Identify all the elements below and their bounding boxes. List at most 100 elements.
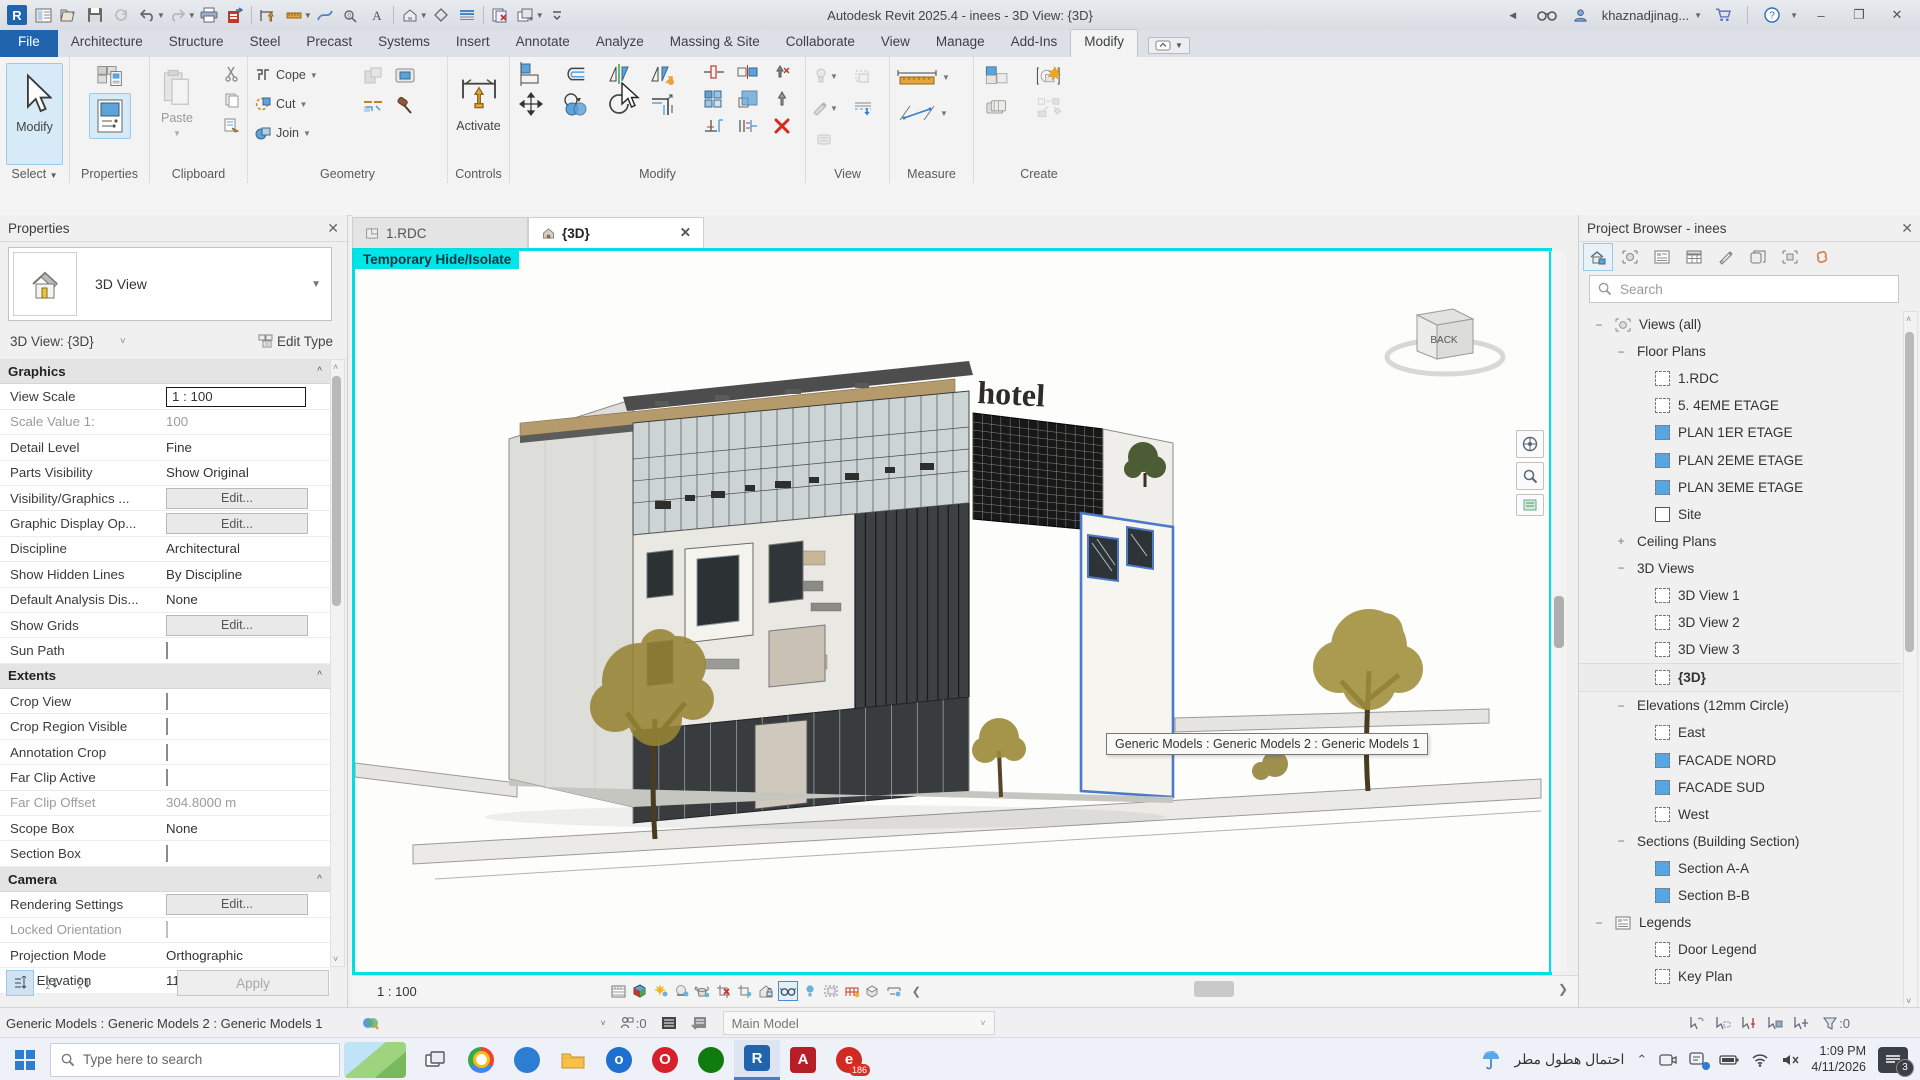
editable-only-icon[interactable] [661, 1016, 677, 1030]
visual-style-icon[interactable] [631, 982, 649, 1000]
ribbon-tab-architecture[interactable]: Architecture [58, 30, 156, 57]
search-binoculars-icon[interactable] [1534, 3, 1560, 27]
tree-item-plan-1er-etage[interactable]: PLAN 1ER ETAGE [1579, 419, 1901, 446]
ribbon-tab-manage[interactable]: Manage [923, 30, 998, 57]
tree-item-sections-building-section-[interactable]: −Sections (Building Section) [1579, 828, 1901, 855]
selector-chevron-icon[interactable]: ˅ [120, 336, 126, 347]
properties-palette-icon[interactable] [89, 93, 131, 139]
redo-icon-dropdown[interactable]: ▼ [188, 11, 196, 20]
tree-item--3d-[interactable]: {3D} [1579, 663, 1901, 692]
constraints-icon[interactable] [885, 982, 903, 1000]
property-row[interactable]: Scope BoxNone [0, 816, 330, 841]
tree-item-views-all-[interactable]: −Views (all) [1579, 311, 1901, 338]
create-group-icon[interactable] [984, 63, 1010, 89]
property-row[interactable]: Parts VisibilityShow Original [0, 461, 330, 486]
unlocked-view-icon[interactable] [757, 982, 775, 1000]
ribbon-tab-analyze[interactable]: Analyze [583, 30, 657, 57]
property-row[interactable]: Crop Region Visible [0, 714, 330, 739]
offset-icon[interactable] [562, 61, 588, 87]
tree-item-plan-3eme-etage[interactable]: PLAN 3EME ETAGE [1579, 474, 1901, 501]
sort-za-button[interactable]: ZA [70, 970, 98, 996]
qat-collapse-icon[interactable] [544, 3, 570, 27]
browser-schedules-icon[interactable] [1679, 243, 1709, 271]
filter-icon[interactable]: :0 [1823, 1016, 1850, 1031]
view-scale-button[interactable]: 1 : 100 [370, 982, 424, 1001]
tree-item-facade-nord[interactable]: FACADE NORD [1579, 747, 1901, 774]
account-chevron-icon[interactable]: ▼ [1694, 11, 1702, 20]
isolate-box-icon[interactable] [850, 63, 876, 89]
checkbox[interactable] [166, 744, 168, 761]
ribbon-tab-steel[interactable]: Steel [237, 30, 294, 57]
taskbar-app-edge-legacy[interactable]: e186 [826, 1040, 872, 1080]
property-row[interactable]: Detail LevelFine [0, 435, 330, 460]
browser-groups-icon[interactable] [1743, 243, 1773, 271]
render-icon[interactable] [694, 982, 712, 1000]
save-icon[interactable] [82, 3, 108, 27]
property-row[interactable]: Graphic Display Op...Edit... [0, 511, 330, 536]
copy-icon[interactable] [223, 91, 241, 109]
element-selector[interactable]: 3D View: {3D} [10, 334, 94, 349]
transfer-icon[interactable] [222, 3, 248, 27]
browser-search-box[interactable]: Search [1589, 275, 1899, 303]
match-type-icon[interactable] [223, 117, 241, 135]
type-selector[interactable]: 3D View ▼ [8, 247, 332, 321]
tree-expand-icon[interactable]: − [1615, 345, 1627, 359]
property-row[interactable]: Rendering SettingsEdit... [0, 892, 330, 917]
section-icon[interactable] [428, 3, 454, 27]
property-row[interactable]: Section Box [0, 841, 330, 866]
tree-item-east[interactable]: East [1579, 719, 1901, 746]
worksets-icon[interactable]: :0 [620, 1016, 647, 1031]
tree-item-key-plan[interactable]: Key Plan [1579, 963, 1901, 990]
close-view-tab-icon[interactable]: ✕ [680, 225, 691, 241]
beam-joins-icon[interactable] [392, 63, 418, 89]
property-row[interactable]: Scale Value 1:100 [0, 410, 330, 435]
account-avatar-icon[interactable] [1568, 3, 1594, 27]
property-row[interactable]: Annotation Crop [0, 740, 330, 765]
ribbon-tab-collaborate[interactable]: Collaborate [773, 30, 868, 57]
trim-extend-corner-icon[interactable] [650, 91, 676, 117]
tree-expand-icon[interactable]: − [1615, 834, 1627, 848]
property-row[interactable]: Far Clip Active [0, 765, 330, 790]
property-row[interactable]: Default Analysis Dis...None [0, 588, 330, 613]
tree-item-floor-plans[interactable]: −Floor Plans [1579, 338, 1901, 365]
split-element-icon[interactable] [736, 61, 760, 83]
teams-icon[interactable] [1689, 1052, 1707, 1068]
restore-button[interactable]: ❐ [1844, 7, 1874, 23]
activate-controls-button[interactable]: Activate [448, 63, 509, 133]
panel-state-toggle[interactable]: ▼ [1148, 37, 1190, 54]
cut-icon[interactable] [223, 65, 241, 83]
create-similar-icon[interactable] [1036, 95, 1062, 121]
apply-button[interactable]: Apply [177, 970, 329, 996]
taskbar-app-xbox[interactable] [688, 1040, 734, 1080]
browser-sheets-icon[interactable] [1711, 243, 1741, 271]
checkbox[interactable] [166, 642, 168, 659]
select-links-icon[interactable] [1689, 1016, 1705, 1030]
browser-close-icon[interactable]: ✕ [1901, 220, 1913, 237]
crop-region-icon[interactable] [736, 982, 754, 1000]
create-parts-icon[interactable] [984, 95, 1010, 121]
wall-joins-icon[interactable] [360, 63, 386, 89]
scale-icon[interactable] [610, 982, 628, 1000]
checkbox[interactable] [166, 769, 168, 786]
split-element-icon[interactable] [360, 93, 386, 119]
canvas-horizontal-scrollbar[interactable] [1194, 981, 1234, 997]
viewbar-collapse-chevron-icon[interactable]: ❮ [912, 985, 921, 998]
reveal-hidden-icon[interactable] [801, 982, 819, 1000]
ribbon-tab-precast[interactable]: Precast [293, 30, 365, 57]
mirror-draw-axis-icon[interactable] [650, 61, 676, 87]
dimension-icon[interactable]: ▼ [896, 101, 950, 125]
open-icon[interactable] [56, 3, 82, 27]
copy-icon[interactable] [562, 91, 588, 117]
ribbon-tab-insert[interactable]: Insert [443, 30, 503, 57]
steering-wheel-icon[interactable] [1516, 430, 1544, 458]
panel-select-label[interactable]: Select ▼ [0, 167, 69, 181]
property-row[interactable]: Visibility/Graphics ...Edit... [0, 486, 330, 511]
taskbar-app-chrome[interactable] [458, 1040, 504, 1080]
demolish-icon[interactable] [392, 93, 418, 119]
ribbon-tab-systems[interactable]: Systems [365, 30, 443, 57]
tree-expand-icon[interactable]: − [1615, 561, 1627, 575]
viewcube-back-label[interactable]: BACK [1430, 335, 1458, 346]
tree-item-facade-sud[interactable]: FACADE SUD [1579, 774, 1901, 801]
canvas-vertical-scrollbar[interactable] [1551, 251, 1566, 972]
zoom-tool-icon[interactable] [1516, 462, 1544, 490]
